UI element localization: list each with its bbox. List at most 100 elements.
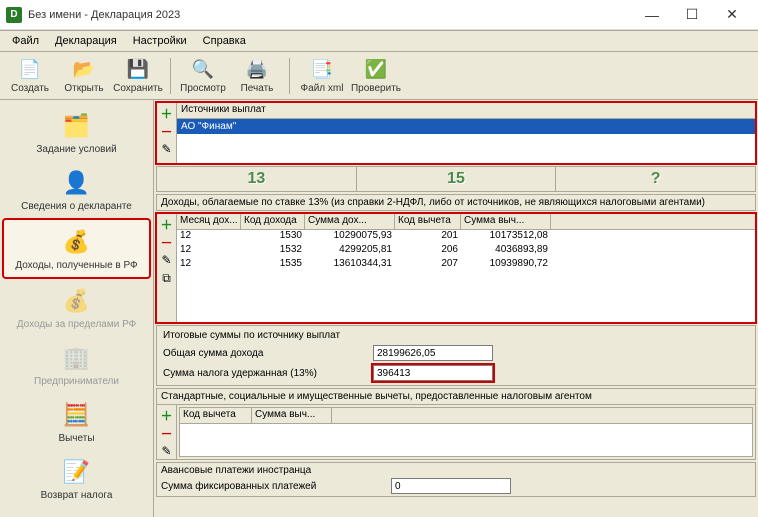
sidebar-item-income-abroad[interactable]: 💰 Доходы за пределами РФ [0, 279, 153, 336]
declarant-label: Сведения о декларанте [21, 201, 132, 212]
deductions-grid-header: Код вычета Сумма выч... [180, 408, 752, 424]
print-icon: 🖨️ [245, 57, 269, 81]
sources-toolbar: ＋ － ✎ [157, 103, 177, 163]
menu-declaration[interactable]: Декларация [47, 33, 125, 49]
cell: 4036893,89 [461, 244, 551, 258]
col-dedsum[interactable]: Сумма выч... [461, 214, 551, 229]
window-title: Без имени - Декларация 2023 [28, 9, 632, 21]
cell: 10290075,93 [305, 230, 395, 244]
check-label: Проверить [351, 83, 401, 94]
tax-withheld-label: Сумма налога удержанная (13%) [163, 368, 363, 379]
cell: 1535 [241, 258, 305, 272]
check-icon: ✅ [364, 57, 388, 81]
declarant-icon: 👤 [61, 167, 93, 199]
refund-icon: 📝 [61, 456, 93, 488]
remove-source-button[interactable]: － [159, 123, 175, 139]
edit-income-button[interactable]: ✎ [159, 252, 175, 268]
total-income-row: Общая сумма дохода [163, 345, 749, 361]
tax-withheld-input[interactable] [373, 365, 493, 381]
xml-button[interactable]: 📑 Файл xml [296, 54, 348, 98]
cell: 12 [177, 230, 241, 244]
ded-col-sum[interactable]: Сумма выч... [252, 408, 332, 423]
separator [170, 58, 171, 94]
menu-file[interactable]: Файл [4, 33, 47, 49]
sources-header: Источники выплат [177, 103, 755, 119]
xml-label: Файл xml [301, 83, 344, 94]
save-button[interactable]: 💾 Сохранить [112, 54, 164, 98]
check-button[interactable]: ✅ Проверить [350, 54, 402, 98]
rate-tab-13[interactable]: 13 [157, 167, 357, 191]
remove-income-button[interactable]: － [159, 234, 175, 250]
income-row[interactable]: 12 1532 4299205,81 206 4036893,89 [177, 244, 755, 258]
total-income-label: Общая сумма дохода [163, 348, 363, 359]
open-button[interactable]: 📂 Открыть [58, 54, 110, 98]
income-grid-header: Месяц дох... Код дохода Сумма дох... Код… [177, 214, 755, 230]
cell: 1530 [241, 230, 305, 244]
total-income-input[interactable] [373, 345, 493, 361]
col-dedcode[interactable]: Код вычета [395, 214, 461, 229]
add-source-button[interactable]: ＋ [159, 105, 175, 121]
rate-tabs: 13 15 ? [156, 166, 756, 192]
edit-source-button[interactable]: ✎ [159, 141, 175, 157]
rate-tab-help[interactable]: ? [556, 167, 755, 191]
add-income-button[interactable]: ＋ [159, 216, 175, 232]
maximize-button[interactable]: ☐ [672, 1, 712, 29]
ded-col-code[interactable]: Код вычета [180, 408, 252, 423]
sources-panel: ＋ － ✎ Источники выплат АО "Финам" [156, 102, 756, 164]
save-label: Сохранить [113, 83, 163, 94]
advance-fixed-input[interactable] [391, 478, 511, 494]
agent-deductions-title: Стандартные, социальные и имущественные … [157, 389, 755, 405]
sidebar-item-income-rf[interactable]: 💰 Доходы, полученные в РФ [2, 218, 151, 279]
col-month[interactable]: Месяц дох... [177, 214, 241, 229]
conditions-icon: 🗂️ [61, 110, 93, 142]
cell: 13610344,31 [305, 258, 395, 272]
create-button[interactable]: 📄 Создать [4, 54, 56, 98]
titlebar: D Без имени - Декларация 2023 — ☐ ✕ [0, 0, 758, 30]
sidebar-item-deductions[interactable]: 🧮 Вычеты [0, 393, 153, 450]
deductions-icon: 🧮 [61, 399, 93, 431]
sidebar-item-entrepreneurs[interactable]: 🏢 Предприниматели [0, 336, 153, 393]
remove-deduction-button[interactable]: － [159, 425, 175, 441]
minimize-button[interactable]: — [632, 1, 672, 29]
cell: 12 [177, 258, 241, 272]
cell: 12 [177, 244, 241, 258]
entrepreneurs-icon: 🏢 [61, 342, 93, 374]
menu-help[interactable]: Справка [195, 33, 254, 49]
xml-icon: 📑 [310, 57, 334, 81]
totals-panel: Итоговые суммы по источнику выплат Общая… [156, 325, 756, 386]
new-file-icon: 📄 [18, 57, 42, 81]
print-button[interactable]: 🖨️ Печать [231, 54, 283, 98]
main: ＋ － ✎ Источники выплат АО "Финам" 13 15 … [154, 100, 758, 517]
rate-tab-15[interactable]: 15 [357, 167, 557, 191]
income-toolbar: ＋ － ✎ ⧉ [157, 214, 177, 322]
income-panel: ＋ － ✎ ⧉ Месяц дох... Код дохода Сумма до… [156, 213, 756, 323]
menubar: Файл Декларация Настройки Справка [0, 30, 758, 52]
sidebar-item-conditions[interactable]: 🗂️ Задание условий [0, 104, 153, 161]
cell: 4299205,81 [305, 244, 395, 258]
source-row[interactable]: АО "Финам" [177, 119, 755, 134]
sidebar-item-refund[interactable]: 📝 Возврат налога [0, 450, 153, 507]
income-row[interactable]: 12 1535 13610344,31 207 10939890,72 [177, 258, 755, 272]
close-button[interactable]: ✕ [712, 1, 752, 29]
cell: 207 [395, 258, 461, 272]
advance-fixed-label: Сумма фиксированных платежей [161, 481, 381, 492]
repeat-income-button[interactable]: ⧉ [159, 270, 175, 286]
advance-panel: Авансовые платежи иностранца Сумма фикси… [156, 462, 756, 497]
open-folder-icon: 📂 [72, 57, 96, 81]
col-sum[interactable]: Сумма дох... [305, 214, 395, 229]
add-deduction-button[interactable]: ＋ [159, 407, 175, 423]
sidebar-item-declarant[interactable]: 👤 Сведения о декларанте [0, 161, 153, 218]
refund-label: Возврат налога [41, 490, 113, 501]
workarea: 🗂️ Задание условий 👤 Сведения о декларан… [0, 100, 758, 517]
income-grid-body: 12 1530 10290075,93 201 10173512,08 12 1… [177, 230, 755, 322]
menu-settings[interactable]: Настройки [125, 33, 195, 49]
save-icon: 💾 [126, 57, 150, 81]
sources-body: Источники выплат АО "Финам" [177, 103, 755, 163]
income-row[interactable]: 12 1530 10290075,93 201 10173512,08 [177, 230, 755, 244]
preview-button[interactable]: 🔍 Просмотр [177, 54, 229, 98]
edit-deduction-button[interactable]: ✎ [159, 443, 175, 459]
col-code[interactable]: Код дохода [241, 214, 305, 229]
print-label: Печать [241, 83, 274, 94]
income-body: Месяц дох... Код дохода Сумма дох... Код… [177, 214, 755, 322]
deductions-toolbar: ＋ － ✎ [157, 405, 177, 459]
